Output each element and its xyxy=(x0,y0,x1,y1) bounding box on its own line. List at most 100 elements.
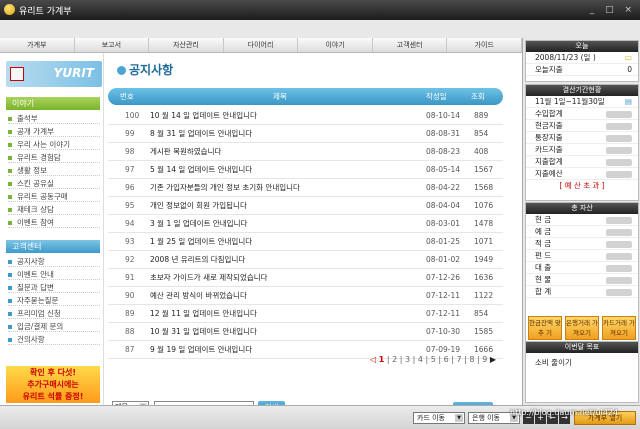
page-link[interactable]: 1 xyxy=(379,355,385,364)
table-row[interactable]: 89 12 월 11 일 업데이트 안내입니다 07-12-11 854 xyxy=(108,305,503,323)
sidebar-item[interactable]: 우리 사는 이야기 xyxy=(8,139,100,150)
sidebar-item[interactable]: 재테크 상담 xyxy=(8,204,100,215)
toolbar-area xyxy=(0,20,640,38)
menu-item-diary[interactable]: 다이어리 xyxy=(224,38,299,52)
menu-item-stories[interactable]: 이야기 xyxy=(298,38,373,52)
row-title[interactable]: 개인 정보없이 회원 가입됩니다 xyxy=(150,197,247,215)
row-date: 08-01-25 xyxy=(426,237,461,246)
sidebar-item[interactable]: 출석부 xyxy=(8,113,100,124)
row-title[interactable]: 8 월 31 일 업데이트 안내입니다 xyxy=(150,125,252,143)
section-header-support[interactable]: 고객센터 xyxy=(6,240,100,253)
bullet-icon xyxy=(8,195,12,199)
row-title[interactable]: 예산 관리 방식이 바뀌었습니다 xyxy=(150,287,247,305)
sidebar-item[interactable]: 유리트 경험담 xyxy=(8,152,100,163)
page-link[interactable]: 3 xyxy=(405,355,410,364)
table-row[interactable]: 93 1 월 25 일 업데이트 안내입니다 08-01-25 1071 xyxy=(108,233,503,251)
menu-item-support[interactable]: 고객센터 xyxy=(373,38,448,52)
goal-text: 소비 줄이기 xyxy=(535,358,572,367)
asset-row: 대 출 xyxy=(526,262,638,274)
promo-banner[interactable]: 확인 후 다섯! 추가구매시에는 유리트 석률 증정! xyxy=(6,366,100,403)
row-number: 98 xyxy=(125,147,135,156)
page-title: 공지사항 xyxy=(117,61,173,78)
card-import-button[interactable]: 카드거래 가져오기 xyxy=(602,316,636,340)
sidebar-item[interactable]: 생활 정보 xyxy=(8,165,100,176)
next-page-button[interactable]: ▶ xyxy=(490,355,496,364)
table-row[interactable]: 98 게시판 복원하였습니다 08-08-23 408 xyxy=(108,143,503,161)
blurred-value xyxy=(606,253,632,260)
bank-import-button[interactable]: 은행거래 가져오기 xyxy=(565,316,599,340)
section-header-stories[interactable]: 이야기 xyxy=(6,97,100,110)
bullet-icon xyxy=(8,221,12,225)
row-title[interactable]: 3 월 1 일 업데이트 안내입니다 xyxy=(150,215,247,233)
menu-item-assets[interactable]: 자산관리 xyxy=(149,38,224,52)
row-date: 08-03-01 xyxy=(426,219,461,228)
sidebar-item[interactable]: 자주묻는질문 xyxy=(8,295,100,306)
logo-text: YURIT xyxy=(53,66,94,80)
sidebar-item[interactable]: 스킨 공유실 xyxy=(8,178,100,189)
table-row[interactable]: 95 개인 정보없이 회원 가입됩니다 08-04-04 1076 xyxy=(108,197,503,215)
yurit-logo[interactable]: YURIT xyxy=(6,61,102,87)
cash-balance-button[interactable]: 현금잔액 맞 추 기 xyxy=(528,316,562,340)
pagination: ◁ 1 | 2 | 3 | 4 | 5 | 6 | 7 | 8 | 9 ▶ xyxy=(370,355,496,364)
row-views: 1949 xyxy=(474,255,494,264)
page-link[interactable]: 6 xyxy=(444,355,449,364)
sidebar-item[interactable]: 공개 가계부 xyxy=(8,126,100,137)
status-row: 통장지출 xyxy=(526,132,638,144)
right-panel: 오늘 2008/11/23 (일 ) ▭ 오늘지출 0 결산기간현황 11월 1일~… xyxy=(522,38,640,405)
table-row[interactable]: 88 10 월 31 일 업데이트 안내입니다 07-10-30 1585 xyxy=(108,323,503,341)
table-row[interactable]: 97 5 월 14 일 업데이트 안내입니다 08-05-14 1567 xyxy=(108,161,503,179)
table-row[interactable]: 99 8 월 31 일 업데이트 안내입니다 08-08-31 854 xyxy=(108,125,503,143)
row-title[interactable]: 기존 가입자분들의 개인 정보 초기화 안내입니다 xyxy=(150,179,300,197)
sidebar-item[interactable]: 공지사항 xyxy=(8,256,100,267)
row-title[interactable]: 초보자 가이드가 새로 제작되었습니다 xyxy=(150,269,268,287)
row-title[interactable]: 9 월 19 일 업데이트 안내입니다 xyxy=(150,341,252,359)
table-row[interactable]: 100 10 월 14 일 업데이트 안내입니다 08-10-14 889 xyxy=(108,107,503,125)
table-row[interactable]: 92 2008 년 유리트의 다짐입니다 08-01-02 1949 xyxy=(108,251,503,269)
blurred-value xyxy=(606,147,632,154)
row-title[interactable]: 1 월 25 일 업데이트 안내입니다 xyxy=(150,233,252,251)
page-link[interactable]: 4 xyxy=(418,355,423,364)
row-views: 1076 xyxy=(474,201,494,210)
window-controls[interactable]: _ □ × xyxy=(590,5,636,15)
bullet-icon xyxy=(8,169,12,173)
table-row[interactable]: 96 기존 가입자분들의 개인 정보 초기화 안내입니다 08-04-22 1568 xyxy=(108,179,503,197)
sidebar-item[interactable]: 프리미엄 신청 xyxy=(8,308,100,319)
row-date: 07-12-26 xyxy=(426,273,461,282)
row-title[interactable]: 5 월 14 일 업데이트 안내입니다 xyxy=(150,161,252,179)
table-row[interactable]: 90 예산 관리 방식이 바뀌었습니다 07-12-11 1122 xyxy=(108,287,503,305)
sidebar-item[interactable]: 질문과 답변 xyxy=(8,282,100,293)
sidebar-item[interactable]: 건의사항 xyxy=(8,334,100,345)
page-link[interactable]: 9 xyxy=(482,355,487,364)
row-title[interactable]: 12 월 11 일 업데이트 안내입니다 xyxy=(150,305,257,323)
table-row[interactable]: 91 초보자 가이드가 새로 제작되었습니다 07-12-26 1636 xyxy=(108,269,503,287)
menu-item-household[interactable]: 가계부 xyxy=(0,38,75,52)
status-row: 수입합계 xyxy=(526,108,638,120)
col-header-date: 작성일 xyxy=(426,92,447,101)
monthly-goal-box: 이번달 목표 소비 줄이기 xyxy=(525,341,639,403)
calendar-icon[interactable]: ▭ xyxy=(625,52,632,64)
row-date: 07-12-11 xyxy=(426,309,461,318)
bullet-icon xyxy=(8,130,12,134)
blurred-value xyxy=(606,135,632,142)
sidebar-item[interactable]: 입금/결제 문의 xyxy=(8,321,100,332)
col-header-views: 조회 xyxy=(471,92,485,101)
print-icon[interactable]: ▤ xyxy=(625,96,632,108)
sidebar-item[interactable]: 이벤트 안내 xyxy=(8,269,100,280)
row-title[interactable]: 10 월 14 일 업데이트 안내입니다 xyxy=(150,107,257,125)
menu-item-report[interactable]: 보고서 xyxy=(75,38,150,52)
sidebar-item[interactable]: 이벤트 참여 xyxy=(8,217,100,228)
row-title[interactable]: 게시판 복원하였습니다 xyxy=(150,143,221,161)
prev-page-button[interactable]: ◁ xyxy=(370,355,376,364)
row-number: 87 xyxy=(125,345,135,354)
menu-item-guide[interactable]: 가이드 xyxy=(447,38,523,52)
sidebar-item[interactable]: 유리트 공동구매 xyxy=(8,191,100,202)
row-title[interactable]: 10 월 31 일 업데이트 안내입니다 xyxy=(150,323,257,341)
page-link[interactable]: 7 xyxy=(456,355,461,364)
row-title[interactable]: 2008 년 유리트의 다짐입니다 xyxy=(150,251,245,269)
page-link[interactable]: 8 xyxy=(469,355,474,364)
status-row: 카드지출 xyxy=(526,144,638,156)
table-row[interactable]: 94 3 월 1 일 업데이트 안내입니다 08-03-01 1478 xyxy=(108,215,503,233)
card-move-select[interactable]: 카드 이동 ▼ xyxy=(413,412,465,424)
page-link[interactable]: 5 xyxy=(431,355,436,364)
page-link[interactable]: 2 xyxy=(392,355,397,364)
